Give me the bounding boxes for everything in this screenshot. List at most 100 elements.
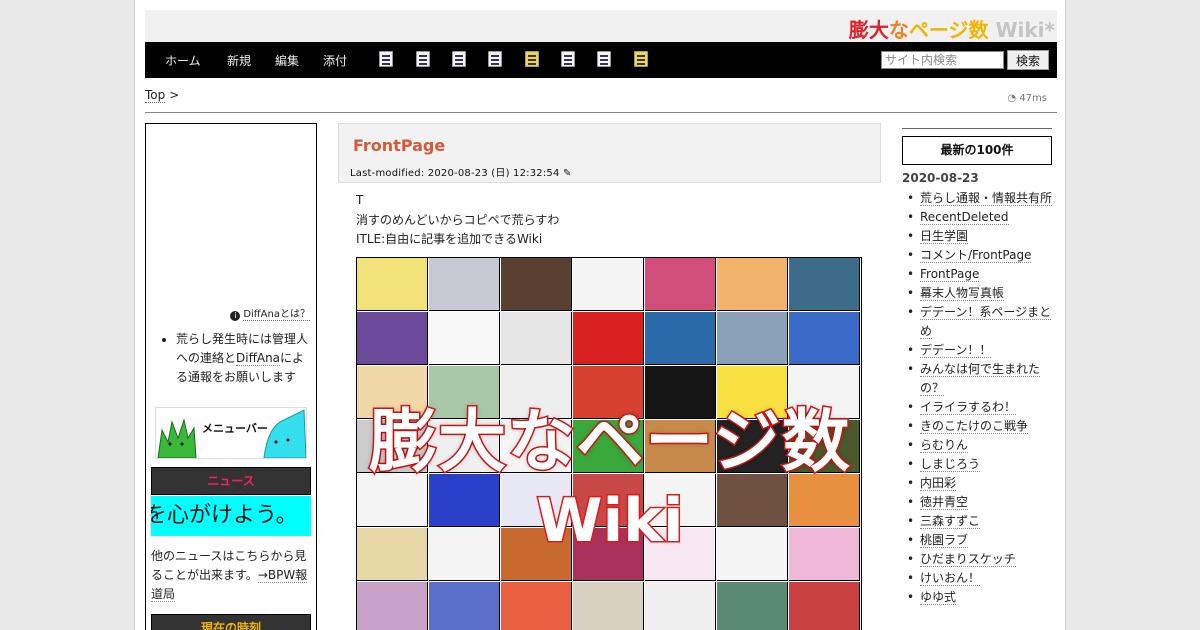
site-logo[interactable]: 膨大なページ数 Wiki*: [849, 14, 1055, 43]
file-icon[interactable]: [597, 51, 611, 67]
recent-header[interactable]: 最新の100件: [902, 136, 1052, 165]
recent-item-link[interactable]: 三森すずこ: [920, 514, 981, 529]
nav-edit[interactable]: 編集: [275, 52, 299, 69]
recent-item: 幕末人物写真帳: [902, 284, 1052, 303]
news-text: を心がけよう。: [151, 503, 298, 528]
notice-diffana-link[interactable]: DiffAna: [236, 351, 281, 366]
page-title[interactable]: FrontPage: [353, 136, 445, 155]
collage-tile: [429, 312, 500, 365]
recent-item-link[interactable]: 徳井青空: [920, 495, 969, 510]
recent-item-link[interactable]: デデーン！系ページまとめ: [920, 305, 1052, 339]
collage-tile: [789, 582, 860, 630]
info-icon: i: [230, 311, 241, 321]
collage-tile: [357, 312, 428, 365]
collage-tile: [357, 258, 428, 311]
collage-tile: [717, 258, 788, 311]
recent-item-link[interactable]: コメント/FrontPage: [920, 248, 1032, 263]
search-input[interactable]: [881, 51, 1004, 69]
menubar-label: メニューバー: [202, 422, 268, 435]
recent-list: 荒らし通報・情報共有所 RecentDeleted 日生学園コメント/FrontPa…: [902, 189, 1053, 607]
recent-item-link[interactable]: らむりん: [920, 438, 969, 453]
divider: [145, 112, 1057, 113]
recent-item: 内田彩: [902, 474, 1052, 493]
breadcrumb-top[interactable]: Top: [145, 88, 166, 103]
recent-item-link[interactable]: 内田彩: [920, 476, 957, 491]
collage-tile: [789, 258, 860, 311]
diffana-help: i DiffAnaとは？: [230, 305, 310, 321]
recent-item-link[interactable]: 荒らし通報・情報共有所: [920, 191, 1053, 206]
collage-tile: [645, 582, 716, 630]
last-modified: Last-modified: 2020-08-23 (日) 12:32:54 ✎: [350, 164, 572, 179]
sidebar-notice: 荒らし発生時には管理人への連絡とDiffAnaによる通報をお願いします: [176, 330, 310, 387]
collage-tile: [789, 312, 860, 365]
recent-item-link[interactable]: 桃園ラブ: [920, 533, 969, 548]
page: 膨大なページ数 Wiki* ホーム 新規 編集 添付 検索 Top > ◔ 47…: [134, 0, 1066, 630]
recent-item-link[interactable]: デデーン！！: [920, 343, 992, 358]
recent-item-link[interactable]: FrontPage: [920, 267, 980, 282]
list-icon[interactable]: [561, 51, 575, 67]
collage-image: 膨大なページ数 Wiki: [356, 257, 862, 630]
collage-tile: [501, 258, 572, 311]
recent-item: 徳井青空: [902, 493, 1052, 512]
lock-icon[interactable]: [525, 51, 539, 67]
recent-item-link[interactable]: けいおん！: [920, 571, 981, 586]
nav-new[interactable]: 新規: [227, 52, 251, 69]
nav-home[interactable]: ホーム: [165, 52, 201, 69]
recent-item-link[interactable]: イライラするわ！: [920, 400, 1017, 415]
recent-item-link[interactable]: ゆゆ式: [920, 590, 957, 605]
news-ticker: を心がけよう。: [151, 496, 311, 536]
recent-item: コメント/FrontPage: [902, 246, 1052, 265]
collage-subtitle: Wiki: [535, 485, 685, 558]
recent-item: らむりん: [902, 436, 1052, 455]
recent-divider: [902, 128, 1052, 129]
logo-bar: 膨大なページ数 Wiki*: [145, 10, 1057, 42]
nav-attach[interactable]: 添付: [323, 52, 347, 69]
recent-item-link[interactable]: きのこたけのこ戦争: [920, 419, 1029, 434]
recent-item-link[interactable]: 幕末人物写真帳: [920, 286, 1005, 301]
recent-item-link[interactable]: 日生学園: [920, 229, 969, 244]
recent-item: 荒らし通報・情報共有所: [902, 189, 1053, 208]
recent-item: RecentDeleted: [902, 208, 1052, 227]
recent-item: みんなは何で生まれたの？: [902, 360, 1052, 398]
sidebar-notice-list: 荒らし発生時には管理人への連絡とDiffAnaによる通報をお願いします: [158, 330, 310, 387]
collage-title: 膨大なページ数: [368, 402, 852, 484]
recent-item-link[interactable]: ひだまりスケッチ: [920, 552, 1016, 567]
collage-tile: [573, 258, 644, 311]
sidebar: iDiffAnaとは？ 荒らし発生時には管理人への連絡とDiffAnaによる通報…: [145, 123, 317, 630]
timing: ◔ 47ms: [1007, 93, 1047, 104]
collage-tile: [501, 312, 572, 365]
backup-icon[interactable]: [452, 51, 466, 67]
recent-date: 2020-08-23: [902, 171, 979, 185]
menubar-banner[interactable]: メニューバー: [155, 407, 307, 459]
recent-item: イライラするわ！: [902, 398, 1052, 417]
content-line: 消すのめんどいからコピペで荒らすわ: [356, 212, 560, 227]
save-icon[interactable]: [488, 51, 502, 67]
recent-item: デデーン！系ページまとめ: [902, 303, 1052, 341]
edit-icon[interactable]: ✎: [563, 168, 572, 179]
recent-item: デデーン！！: [902, 341, 1052, 360]
collage-tile: [573, 312, 644, 365]
search-button[interactable]: 検索: [1007, 50, 1049, 70]
diff-icon[interactable]: [416, 51, 430, 67]
logo-part-3: ページ数: [908, 18, 989, 42]
timing-value: 47ms: [1019, 93, 1047, 104]
recent-item: きのこたけのこ戦争: [902, 417, 1052, 436]
recent-item: ゆゆ式: [902, 588, 1052, 607]
collage-tile: [645, 258, 716, 311]
last-modified-text: Last-modified: 2020-08-23 (日) 12:32:54: [350, 168, 560, 179]
collage-tile: [717, 312, 788, 365]
recent-item: けいおん！: [902, 569, 1052, 588]
title-box: FrontPage Last-modified: 2020-08-23 (日) …: [338, 123, 881, 183]
help-icon[interactable]: [634, 51, 648, 67]
recent-item: 桃園ラブ: [902, 531, 1052, 550]
recent-item-link[interactable]: RecentDeleted: [920, 210, 1009, 225]
recent-item-link[interactable]: みんなは何で生まれたの？: [920, 362, 1041, 396]
copy-icon[interactable]: [379, 51, 393, 67]
recent-item: ひだまりスケッチ: [902, 550, 1052, 569]
diffana-link[interactable]: DiffAnaとは？: [243, 309, 310, 321]
recent-item-link[interactable]: しまじろう: [920, 457, 981, 472]
content-line: ITLE:自由に記事を追加できるWiki: [356, 232, 543, 246]
content-line: T: [356, 193, 364, 207]
recent-item: FrontPage: [902, 265, 1052, 284]
recent-item: 日生学園: [902, 227, 1052, 246]
